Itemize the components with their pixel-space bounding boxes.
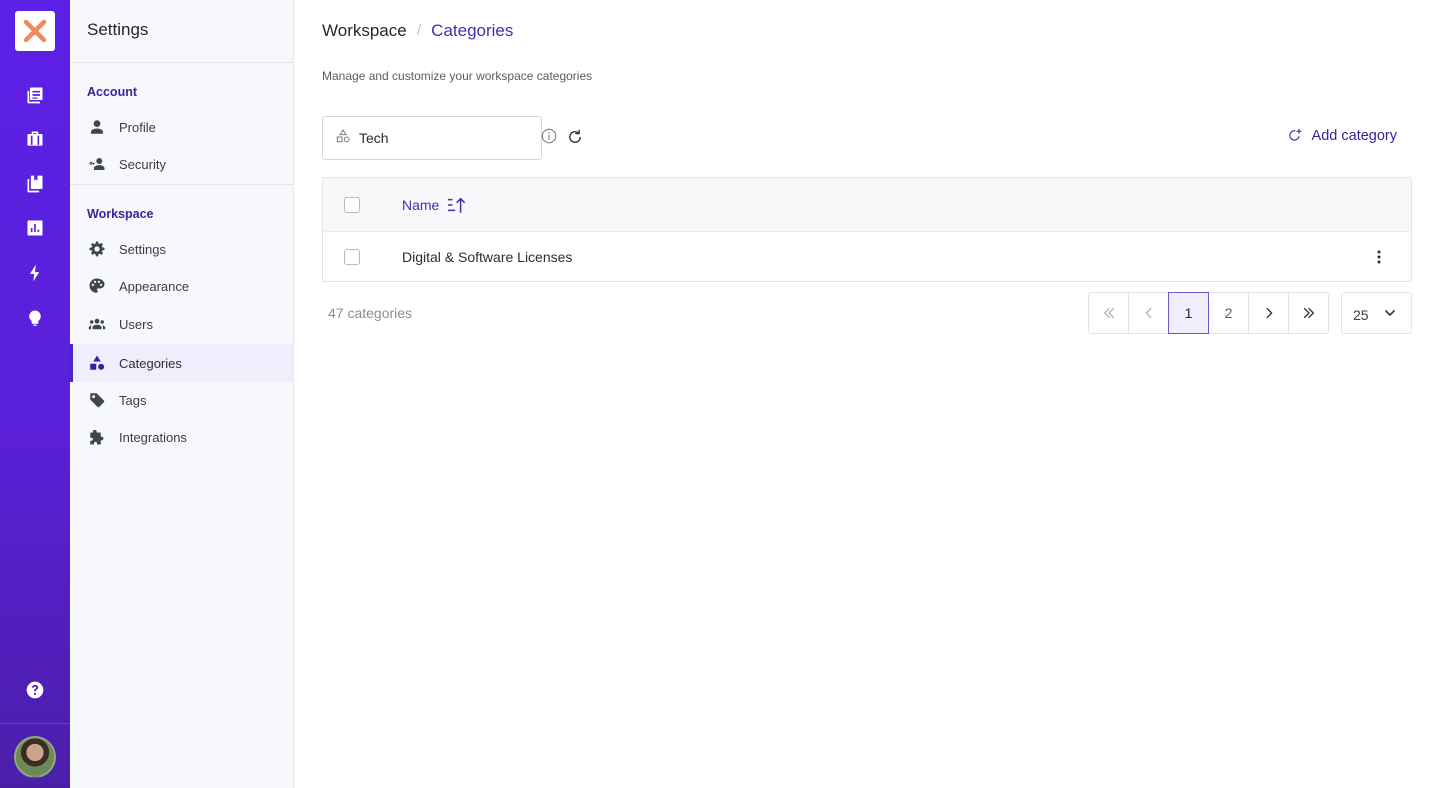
help-icon [26, 681, 44, 699]
documents-icon [27, 175, 43, 193]
last-page-button[interactable] [1288, 292, 1329, 334]
chart-icon [27, 220, 43, 236]
search-input[interactable] [359, 130, 540, 146]
breadcrumb: Workspace / Categories [322, 21, 513, 41]
sidebar-item-tags[interactable]: Tags [70, 381, 293, 419]
previous-page-button[interactable] [1128, 292, 1169, 334]
page-subtitle: Manage and customize your workspace cate… [322, 69, 593, 83]
sidebar-item-label: Profile [119, 119, 156, 135]
sidebar-item-label: Appearance [119, 278, 190, 294]
page-button-1[interactable]: 1 [1168, 292, 1209, 334]
sidebar-item-categories[interactable]: Categories [70, 344, 293, 382]
breadcrumb-separator: / [416, 22, 422, 39]
chevrons-left-icon [1103, 307, 1114, 319]
sidebar-item-security[interactable]: Security [70, 145, 293, 183]
sidebar-item-profile[interactable]: Profile [70, 108, 293, 146]
sidebar-item-appearance[interactable]: Appearance [70, 267, 293, 305]
main-content: Workspace / Categories Manage and custom… [294, 0, 1440, 788]
logo-x-icon [23, 19, 47, 43]
sidebar-title: Settings [87, 20, 149, 39]
add-category-icon [1288, 128, 1302, 141]
sidebar-item-label: Users [119, 316, 153, 332]
palette-icon [87, 276, 107, 296]
row-checkbox[interactable] [344, 249, 360, 265]
chevron-down-icon [1385, 310, 1395, 316]
page-size-value: 25 [1353, 307, 1369, 323]
rail-divider [0, 723, 70, 724]
more-vertical-icon [1377, 250, 1381, 264]
shapes-outline-icon [335, 128, 351, 149]
sidebar-item-label: Integrations [119, 429, 187, 445]
sidebar-item-label: Settings [119, 241, 166, 257]
sidebar-item-users[interactable]: Users [70, 305, 293, 343]
sidebar-item-label: Security [119, 156, 166, 172]
rail-help-button[interactable] [23, 678, 47, 702]
user-key-icon [87, 154, 107, 174]
row-menu-button[interactable] [1371, 247, 1387, 267]
add-category-button[interactable]: Add category [1287, 128, 1397, 144]
categories-table: Name Digital & Software Licenses [322, 177, 1412, 282]
category-count: 47 categories [328, 305, 413, 321]
sidebar-item-settings[interactable]: Settings [70, 230, 293, 268]
app-logo[interactable] [15, 11, 55, 51]
sidebar-item-label: Categories [119, 355, 182, 371]
users-icon [87, 314, 107, 334]
chevrons-right-icon [1303, 307, 1314, 319]
settings-sidebar: Settings Account Profile Security Worksp… [70, 0, 294, 788]
category-search-box[interactable] [322, 116, 557, 160]
category-name: Digital & Software Licenses [402, 249, 573, 265]
rail-ideas-button[interactable] [23, 306, 47, 330]
breadcrumb-categories: Categories [431, 21, 514, 40]
briefcase-icon [27, 131, 43, 146]
app-rail [0, 0, 70, 788]
sidebar-item-integrations[interactable]: Integrations [70, 418, 293, 456]
page-button-2[interactable]: 2 [1208, 292, 1249, 334]
refresh-icon [569, 129, 581, 143]
shapes-icon [87, 353, 107, 373]
tag-icon [87, 390, 107, 410]
table-row[interactable]: Digital & Software Licenses [323, 232, 1411, 282]
sidebar-divider [70, 62, 293, 63]
notes-icon [27, 87, 43, 104]
bulb-icon [29, 310, 41, 326]
section-label-account: Account [87, 85, 137, 99]
rail-reports-button[interactable] [23, 216, 47, 240]
sort-ascending-icon [448, 197, 466, 213]
rail-documents-button[interactable] [23, 172, 47, 196]
info-icon[interactable] [540, 127, 558, 150]
chevron-right-icon [1266, 307, 1272, 319]
sidebar-item-label: Tags [119, 392, 147, 408]
avatar[interactable] [14, 736, 56, 778]
next-page-button[interactable] [1248, 292, 1289, 334]
select-all-checkbox[interactable] [344, 196, 360, 213]
page-size-select[interactable]: 25 [1341, 292, 1412, 334]
sidebar-divider [70, 184, 293, 185]
puzzle-icon [87, 427, 107, 447]
chevron-left-icon [1145, 307, 1151, 319]
column-header-label: Name [402, 196, 440, 213]
column-header-name[interactable]: Name [402, 196, 467, 214]
pagination: 1 2 [1088, 292, 1329, 334]
rail-automations-button[interactable] [23, 261, 47, 285]
section-label-workspace: Workspace [87, 207, 154, 221]
add-category-label: Add category [1311, 128, 1397, 144]
rail-notes-button[interactable] [23, 83, 47, 107]
first-page-button[interactable] [1088, 292, 1129, 334]
gear-icon [87, 239, 107, 259]
table-header: Name [323, 178, 1411, 232]
breadcrumb-workspace[interactable]: Workspace [322, 21, 407, 41]
bolt-icon [30, 264, 40, 282]
refresh-button[interactable] [566, 128, 586, 148]
person-icon [87, 117, 107, 137]
rail-briefcase-button[interactable] [23, 127, 47, 151]
